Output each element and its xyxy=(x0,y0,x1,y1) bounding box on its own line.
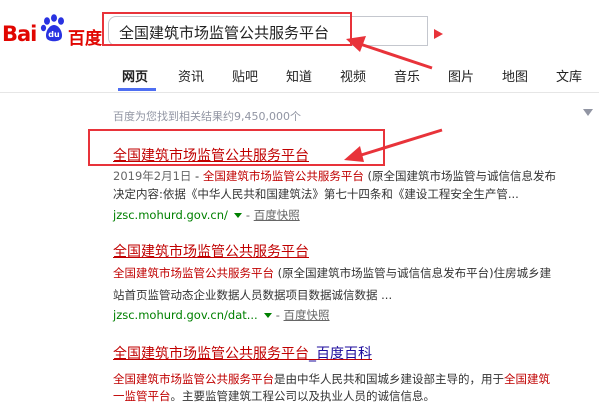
filter-dropdown-icon[interactable] xyxy=(583,109,593,116)
snapshot-link[interactable]: 百度快照 xyxy=(254,208,300,222)
result-snippet: 全国建筑市场监管公共服务平台是由中华人民共和国城乡建设部主导的，用于全国建筑 xyxy=(113,370,550,388)
result-snippet-line2: 一监管平台。主要监管建筑工程公司以及执业人员的诚信信息。 xyxy=(113,387,435,405)
search-input[interactable]: 全国建筑市场监管公共服务平台 xyxy=(108,16,428,46)
active-tab-underline xyxy=(118,88,156,91)
tab-news[interactable]: 资讯 xyxy=(178,66,204,85)
tab-wenku[interactable]: 文库 xyxy=(556,66,582,85)
tab-music[interactable]: 音乐 xyxy=(394,66,420,85)
result-date: 2019年2月1日 xyxy=(113,169,192,183)
baidu-paw-icon: du xyxy=(40,14,64,42)
result-title-link[interactable]: 全国建筑市场监管公共服务平台 xyxy=(113,145,309,165)
result-title-suffix: _百度百科 xyxy=(309,346,372,362)
baidu-logo[interactable]: Bai du 百度 xyxy=(2,12,102,49)
snippet-rest: (原全国建筑市场监管与诚信信息发布 xyxy=(363,169,557,183)
result-snippet: 全国建筑市场监管公共服务平台 (原全国建筑市场监管与诚信信息发布平台)住房城乡建 xyxy=(113,264,551,282)
result-title-link[interactable]: 全国建筑市场监管公共服务平台 xyxy=(113,241,309,261)
url-dropdown-icon[interactable] xyxy=(233,212,242,218)
result-snippet-line2: 站首页监管动态企业数据人员数据项目数据诚信数据 ... xyxy=(113,288,393,302)
snippet-keyword: 全国建筑市场监管公共服务平台 xyxy=(113,266,274,280)
result-url[interactable]: jzsc.mohurd.gov.cn/dat... xyxy=(113,308,258,322)
snapshot-link[interactable]: 百度快照 xyxy=(284,308,330,322)
snippet-dash: - xyxy=(191,169,203,183)
snippet-rest: 是由中华人民共和国城乡建设部主导的，用于 xyxy=(274,372,504,386)
tab-zhidao[interactable]: 知道 xyxy=(286,66,312,85)
header: Bai du 百度 全国建筑市场监管公共服务平台 xyxy=(0,0,599,62)
search-query-text: 全国建筑市场监管公共服务平台 xyxy=(119,24,330,42)
result-snippet-line2: 决定内容:依据《中华人民共和国建筑法》第七十四条和《建设工程安全生产管... xyxy=(113,187,519,201)
tab-map[interactable]: 地图 xyxy=(502,66,528,85)
result-url-line: jzsc.mohurd.gov.cn/- 百度快照 xyxy=(113,208,300,222)
result-title-text: 全国建筑市场监管公共服务平台 xyxy=(113,346,309,362)
tab-images[interactable]: 图片 xyxy=(448,66,474,85)
search-tabs: 网页 资讯 贴吧 知道 视频 音乐 图片 地图 文库 xyxy=(0,62,599,93)
tab-tieba[interactable]: 贴吧 xyxy=(232,66,258,85)
tab-video[interactable]: 视频 xyxy=(340,66,366,85)
snippet-keyword-line2: 一监管平台 xyxy=(113,389,171,403)
play-icon xyxy=(434,29,443,39)
result-snippet: 2019年2月1日 - 全国建筑市场监管公共服务平台 (原全国建筑市场监管与诚信… xyxy=(113,167,556,185)
snippet-rest: (原全国建筑市场监管与诚信信息发布平台)住房城乡建 xyxy=(274,266,552,280)
result-title-text: 全国建筑市场监管公共服务平台 xyxy=(113,244,309,260)
logo-du-text: du xyxy=(48,30,60,39)
result-title-text: 全国建筑市场监管公共服务平台 xyxy=(113,148,309,164)
tab-web[interactable]: 网页 xyxy=(122,66,148,85)
result-url-line: jzsc.mohurd.gov.cn/dat... - 百度快照 xyxy=(113,308,330,322)
snippet-line2-rest: 。主要监管建筑工程公司以及执业人员的诚信信息。 xyxy=(170,389,436,403)
result-title-link[interactable]: 全国建筑市场监管公共服务平台_百度百科 xyxy=(113,343,372,363)
snippet-keyword: 全国建筑市场监管公共服务平台 xyxy=(113,372,274,386)
arrow-to-title xyxy=(344,128,443,162)
url-dropdown-icon[interactable] xyxy=(263,312,272,318)
result-url[interactable]: jzsc.mohurd.gov.cn/ xyxy=(113,208,228,222)
logo-bai-text: Bai xyxy=(2,22,37,46)
result-count: 百度为您找到相关结果约9,450,000个 xyxy=(113,110,301,123)
snippet-keyword: 全国建筑市场监管公共服务平台 xyxy=(202,169,364,183)
snippet-keyword-tail: 全国建筑 xyxy=(504,372,550,386)
logo-cn-text: 百度 xyxy=(68,29,102,49)
